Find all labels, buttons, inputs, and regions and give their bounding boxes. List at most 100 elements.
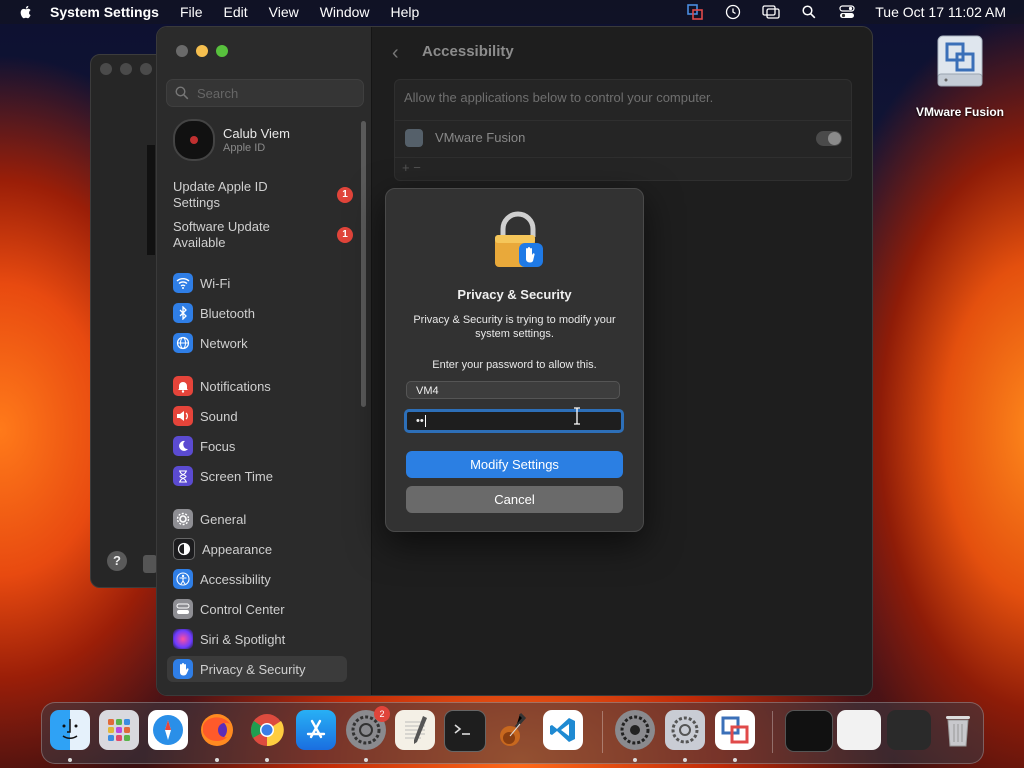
sidebar-item-appearance[interactable]: Appearance xyxy=(167,536,347,562)
background-window-control[interactable] xyxy=(143,555,157,573)
app-access-toggle[interactable] xyxy=(816,131,842,146)
text-cursor-icon xyxy=(574,407,580,425)
finder-icon[interactable] xyxy=(50,710,90,750)
sidebar-item-label: Bluetooth xyxy=(200,305,255,321)
sidebar-item-label: General xyxy=(200,511,247,527)
speaker-icon xyxy=(173,406,193,426)
modify-settings-button[interactable]: Modify Settings xyxy=(406,451,623,478)
sidebar-item-wifi[interactable]: Wi-Fi xyxy=(167,270,347,296)
minimized-window-thumbnail[interactable] xyxy=(837,710,881,750)
minimize-window-button[interactable] xyxy=(196,45,208,57)
system-preferences-icon[interactable] xyxy=(615,710,655,750)
sidebar-item-label: Siri & Spotlight xyxy=(200,631,286,647)
sidebar-item-accessibility[interactable]: Accessibility xyxy=(167,566,347,592)
terminal-icon[interactable] xyxy=(444,710,486,752)
wifi-icon xyxy=(173,273,193,293)
sidebar-item-network[interactable]: Network xyxy=(167,330,347,356)
desktop-icon-vmware-fusion[interactable]: VMware Fusion xyxy=(912,34,1008,119)
back-chevron-icon[interactable]: ‹ xyxy=(392,42,399,65)
safari-icon[interactable] xyxy=(148,710,188,750)
spotlight-search-icon[interactable] xyxy=(799,4,819,20)
sidebar-item-label: Privacy & Security xyxy=(200,661,306,677)
panel-hint: Allow the applications below to control … xyxy=(404,90,714,105)
list-item[interactable]: VMware Fusion xyxy=(395,120,851,158)
dialog-title: Privacy & Security xyxy=(457,287,572,302)
close-window-button[interactable] xyxy=(176,45,188,57)
firefox-icon[interactable] xyxy=(197,710,237,750)
trash-icon[interactable] xyxy=(938,710,978,750)
apple-id-account[interactable]: Calub Viem Apple ID xyxy=(173,119,290,161)
menu-window[interactable]: Window xyxy=(320,4,370,20)
search-field[interactable]: Search xyxy=(166,79,364,107)
notice-badge: 1 xyxy=(337,227,353,243)
garageband-icon[interactable] xyxy=(493,710,533,750)
vmware-status-icon[interactable] xyxy=(685,4,705,20)
gear-icon xyxy=(173,509,193,529)
add-remove-buttons[interactable]: + − xyxy=(402,160,421,175)
sidebar-item-notifications[interactable]: Notifications xyxy=(167,373,347,399)
sidebar-item-siri-spotlight[interactable]: Siri & Spotlight xyxy=(167,626,347,652)
sidebar-item-bluetooth[interactable]: Bluetooth xyxy=(167,300,347,326)
hourglass-icon xyxy=(173,466,193,486)
sidebar-item-label: Appearance xyxy=(202,541,273,557)
minimized-window-thumbnail[interactable] xyxy=(887,710,931,750)
minimized-window-thumbnail[interactable] xyxy=(785,710,833,752)
apple-menu-icon[interactable] xyxy=(18,4,34,20)
sidebar-item-label: Accessibility xyxy=(200,571,271,587)
menu-view[interactable]: View xyxy=(269,4,299,20)
dock: 2 xyxy=(41,702,984,764)
sidebar-scrollbar[interactable] xyxy=(361,121,366,407)
screen-mirroring-icon[interactable] xyxy=(761,4,781,20)
sidebar-item-screen-time[interactable]: Screen Time xyxy=(167,463,347,489)
notice-label: Software Update Available xyxy=(173,219,270,250)
hand-icon xyxy=(173,659,193,679)
sidebar-item-label: Wi-Fi xyxy=(200,275,231,291)
sidebar-item-label: Sound xyxy=(200,408,238,424)
textedit-icon[interactable] xyxy=(395,710,435,750)
sidebar-item-label: Notifications xyxy=(200,378,271,394)
sidebar-item-general[interactable]: General xyxy=(167,506,347,532)
username-field[interactable]: VM4 xyxy=(406,381,620,399)
help-button[interactable]: ? xyxy=(107,551,127,571)
vmware-fusion-icon[interactable] xyxy=(715,710,755,750)
sidebar-item-label: Control Center xyxy=(200,601,285,617)
sidebar-item-sound[interactable]: Sound xyxy=(167,403,347,429)
background-window-divider xyxy=(147,145,155,255)
user-subtitle: Apple ID xyxy=(223,142,266,154)
chrome-icon[interactable] xyxy=(247,710,287,750)
notice-software-update[interactable]: Software Update Available 1 xyxy=(173,219,353,251)
launchpad-icon[interactable] xyxy=(99,710,139,750)
sidebar-item-privacy-security[interactable]: Privacy & Security xyxy=(167,656,347,682)
password-field[interactable]: •• xyxy=(404,409,624,433)
system-settings-dock-icon[interactable]: 2 xyxy=(346,706,390,750)
control-center-icon[interactable] xyxy=(837,4,857,20)
auth-dialog: Privacy & Security Privacy & Security is… xyxy=(385,188,644,532)
zoom-window-button[interactable] xyxy=(216,45,228,57)
desktop-icon-label: VMware Fusion xyxy=(915,105,1004,119)
notice-update-apple-id[interactable]: Update Apple ID Settings 1 xyxy=(173,179,353,211)
menu-file[interactable]: File xyxy=(180,4,203,20)
time-machine-icon[interactable] xyxy=(723,4,743,20)
sidebar-item-control-center[interactable]: Control Center xyxy=(167,596,347,622)
page-title: Accessibility xyxy=(422,43,514,60)
search-placeholder: Search xyxy=(197,85,239,101)
menu-help[interactable]: Help xyxy=(391,4,420,20)
lock-icon xyxy=(495,211,543,267)
sidebar-item-focus[interactable]: Focus xyxy=(167,433,347,459)
dialog-message: Privacy & Security is trying to modify y… xyxy=(413,314,616,340)
notice-badge: 1 xyxy=(337,187,353,203)
search-icon xyxy=(175,86,189,100)
app-store-icon[interactable] xyxy=(296,710,336,750)
cancel-button[interactable]: Cancel xyxy=(406,486,623,513)
control-center-icon xyxy=(173,599,193,619)
vmware-fusion-drive-icon xyxy=(937,35,983,87)
system-settings-active-icon[interactable] xyxy=(665,710,705,750)
moon-icon xyxy=(173,436,193,456)
vscode-icon[interactable] xyxy=(543,710,583,750)
password-mask: •• xyxy=(416,415,424,427)
settings-sidebar: Search Calub Viem Apple ID Update Apple … xyxy=(157,27,372,695)
menu-edit[interactable]: Edit xyxy=(224,4,248,20)
menu-app-name[interactable]: System Settings xyxy=(50,4,159,20)
siri-icon xyxy=(173,629,193,649)
menu-clock[interactable]: Tue Oct 17 11:02 AM xyxy=(875,4,1006,20)
